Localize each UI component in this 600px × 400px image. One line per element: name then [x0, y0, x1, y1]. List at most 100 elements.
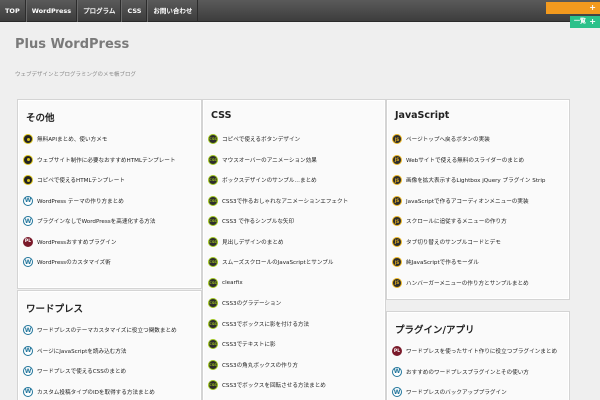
site-title[interactable]: Plus WordPress	[15, 38, 135, 51]
css-icon: CSS	[208, 257, 218, 268]
list-item[interactable]: JS JavaScriptで作るアコーディオンメニューの実装	[392, 191, 565, 212]
card-title: CSS	[211, 110, 232, 121]
top-navigation: TOP WordPress プログラム CSS お問い合わせ	[0, 0, 600, 22]
green-ribbon-label: 一覧	[574, 18, 587, 25]
list-item[interactable]: W ワードプレスのバックアッププラグイン	[392, 382, 565, 400]
javascript-icon: JS	[392, 257, 402, 268]
article-list: W ワードプレスのテーマカスタマイズに役立つ関数まとめ W ページにJavaScri…	[23, 320, 197, 400]
list-item-label: 画像を拡大表示するLightbox jQuery プラグイン Strip	[406, 178, 546, 185]
list-item-label: ワードプレスのテーマカスタマイズに役立つ関数まとめ	[37, 328, 177, 335]
list-item-label: タブ切り替えのサンプルコードとデモ	[406, 239, 501, 246]
list-item-label: ワードプレスのバックアッププラグイン	[406, 390, 507, 397]
article-list: JS ページトップへ戻るボタンの実装 JS Webサイトで使える無料のスライダーのま…	[392, 129, 565, 293]
list-item-label: WordPress テーマの作り方まとめ	[37, 198, 124, 205]
list-item-label: マウスオーバーのアニメーション効果	[222, 157, 317, 164]
list-item[interactable]: CSS CSS3で作るおしゃれなアニメーションエフェクト	[208, 191, 381, 212]
list-item-label: コピペで使えるボタンデザイン	[222, 137, 301, 144]
nav-item-wordpress[interactable]: WordPress	[25, 0, 78, 22]
list-item[interactable]: CSS clearfix	[208, 273, 381, 294]
css-icon: CSS	[208, 277, 218, 288]
list-item[interactable]: ウェブサイト制作に必要なおすすめHTMLテンプレート	[23, 150, 197, 171]
list-item[interactable]: CSS CSS3の角丸ボックスの作り方	[208, 355, 381, 376]
list-item-label: CSS3でボックスに影を付ける方法	[222, 321, 310, 328]
wordpress-icon: W	[23, 216, 33, 227]
category-card-css: CSS CSS コピペで使えるボタンデザイン CSS マウスオーバーのアニメーション…	[202, 99, 386, 400]
nav-item-top[interactable]: TOP	[0, 0, 26, 22]
nav-item-css[interactable]: CSS	[121, 0, 148, 22]
code-icon	[23, 134, 33, 145]
list-item-label: ボックスデザインのサンプル…まとめ	[222, 178, 317, 185]
plus-icon: +	[589, 3, 596, 12]
list-item[interactable]: JS タブ切り替えのサンプルコードとデモ	[392, 232, 565, 253]
list-item-label: CSS3 で作るシンプルな矢印	[222, 219, 295, 226]
card-title: プラグイン/アプリ	[395, 325, 475, 336]
css-icon: CSS	[208, 154, 218, 165]
list-item[interactable]: JS 純JavaScriptで作るモーダル	[392, 252, 565, 273]
list-item[interactable]: CSS CSS3 で作るシンプルな矢印	[208, 211, 381, 232]
list-item-label: カスタム投稿タイプのIDを取得する方法まとめ	[37, 389, 155, 396]
css-icon: CSS	[208, 380, 218, 391]
list-item[interactable]: W WordPress テーマの作り方まとめ	[23, 191, 197, 212]
list-item-label: スムーズスクロールのJavaScriptとサンプル	[222, 260, 334, 267]
card-title: その他	[26, 113, 55, 124]
code-icon	[23, 154, 33, 165]
css-icon: CSS	[208, 134, 218, 145]
css-icon: CSS	[208, 298, 218, 309]
list-item[interactable]: JS Webサイトで使える無料のスライダーのまとめ	[392, 150, 565, 171]
javascript-icon: JS	[392, 134, 402, 145]
list-item[interactable]: W おすすめのワードプレスプラグインとその使い方	[392, 362, 565, 383]
list-item[interactable]: W プラグインなしでWordPressを高速化する方法	[23, 211, 197, 232]
wordpress-icon: W	[23, 366, 33, 377]
css-icon: CSS	[208, 339, 218, 350]
list-item[interactable]: 無料APIまとめ、使い方メモ	[23, 129, 197, 150]
list-item[interactable]: PL ワードプレスを使ったサイト作りに役立つプラグインまとめ	[392, 341, 565, 362]
wordpress-icon: W	[392, 387, 402, 398]
list-item[interactable]: CSS コピペで使えるボタンデザイン	[208, 129, 381, 150]
list-item-label: プラグインなしでWordPressを高速化する方法	[37, 219, 156, 226]
list-item[interactable]: W カスタム投稿タイプのIDを取得する方法まとめ	[23, 382, 197, 400]
list-item[interactable]: W ワードプレスで使えるCSSのまとめ	[23, 361, 197, 382]
list-item[interactable]: CSS 見出しデザインのまとめ	[208, 232, 381, 253]
category-card-javascript: JavaScript JS ページトップへ戻るボタンの実装 JS Webサイトで使え…	[386, 99, 570, 300]
list-item[interactable]: CSS スムーズスクロールのJavaScriptとサンプル	[208, 252, 381, 273]
list-item[interactable]: W WordPressのカスタマイズ術	[23, 252, 197, 273]
list-item[interactable]: コピペで使えるHTMLテンプレート	[23, 170, 197, 191]
list-item-label: CSS3でボックスを回転させる方法まとめ	[222, 383, 326, 390]
orange-ribbon-button[interactable]: +	[546, 2, 600, 14]
list-item-label: ページにJavaScriptを読み込む方法	[37, 348, 127, 355]
wordpress-icon: W	[23, 386, 33, 397]
list-item[interactable]: CSS CSS3のグラデーション	[208, 293, 381, 314]
nav-item-contact[interactable]: お問い合わせ	[147, 0, 199, 22]
list-item[interactable]: W ワードプレスのテーマカスタマイズに役立つ関数まとめ	[23, 320, 197, 341]
list-item[interactable]: W ページにJavaScriptを読み込む方法	[23, 341, 197, 362]
css-icon: CSS	[208, 236, 218, 247]
list-item[interactable]: JS スクロールに追従するメニューの作り方	[392, 211, 565, 232]
wordpress-icon: W	[23, 195, 33, 206]
list-item-label: ウェブサイト制作に必要なおすすめHTMLテンプレート	[37, 157, 176, 164]
list-item[interactable]: JS 画像を拡大表示するLightbox jQuery プラグイン Strip	[392, 170, 565, 191]
list-item[interactable]: CSS CSS3でボックスを回転させる方法まとめ	[208, 375, 381, 396]
article-list: CSS コピペで使えるボタンデザイン CSS マウスオーバーのアニメーション効果 C…	[208, 129, 381, 396]
list-item-label: ハンバーガーメニューの作り方とサンプルまとめ	[406, 280, 529, 287]
list-item[interactable]: JS ハンバーガーメニューの作り方とサンプルまとめ	[392, 273, 565, 294]
list-item[interactable]: CSS CSS3でボックスに影を付ける方法	[208, 314, 381, 335]
list-item[interactable]: CSS ボックスデザインのサンプル…まとめ	[208, 170, 381, 191]
list-item[interactable]: CSS CSS3でテキストに影	[208, 334, 381, 355]
list-item-label: ワードプレスで使えるCSSのまとめ	[37, 369, 127, 376]
card-title: JavaScript	[395, 110, 450, 121]
list-item-label: CSS3で作るおしゃれなアニメーションエフェクト	[222, 198, 349, 205]
list-item[interactable]: CSS マウスオーバーのアニメーション効果	[208, 150, 381, 171]
nav-item-program[interactable]: プログラム	[77, 0, 122, 22]
site-description: ウェブデザインとプログラミングのメモ帳ブログ	[15, 72, 137, 78]
list-item[interactable]: PL WordPressおすすめプラグイン	[23, 232, 197, 253]
list-item[interactable]: JS ページトップへ戻るボタンの実装	[392, 129, 565, 150]
javascript-icon: JS	[392, 216, 402, 227]
javascript-icon: JS	[392, 154, 402, 165]
css-icon: CSS	[208, 216, 218, 227]
plus-icon: +	[589, 17, 596, 26]
green-ribbon-button[interactable]: 一覧 +	[570, 16, 600, 28]
list-item-label: CSS3の角丸ボックスの作り方	[222, 362, 298, 369]
css-icon: CSS	[208, 175, 218, 186]
css-icon: CSS	[208, 195, 218, 206]
list-item-label: WordPressのカスタマイズ術	[37, 260, 111, 267]
